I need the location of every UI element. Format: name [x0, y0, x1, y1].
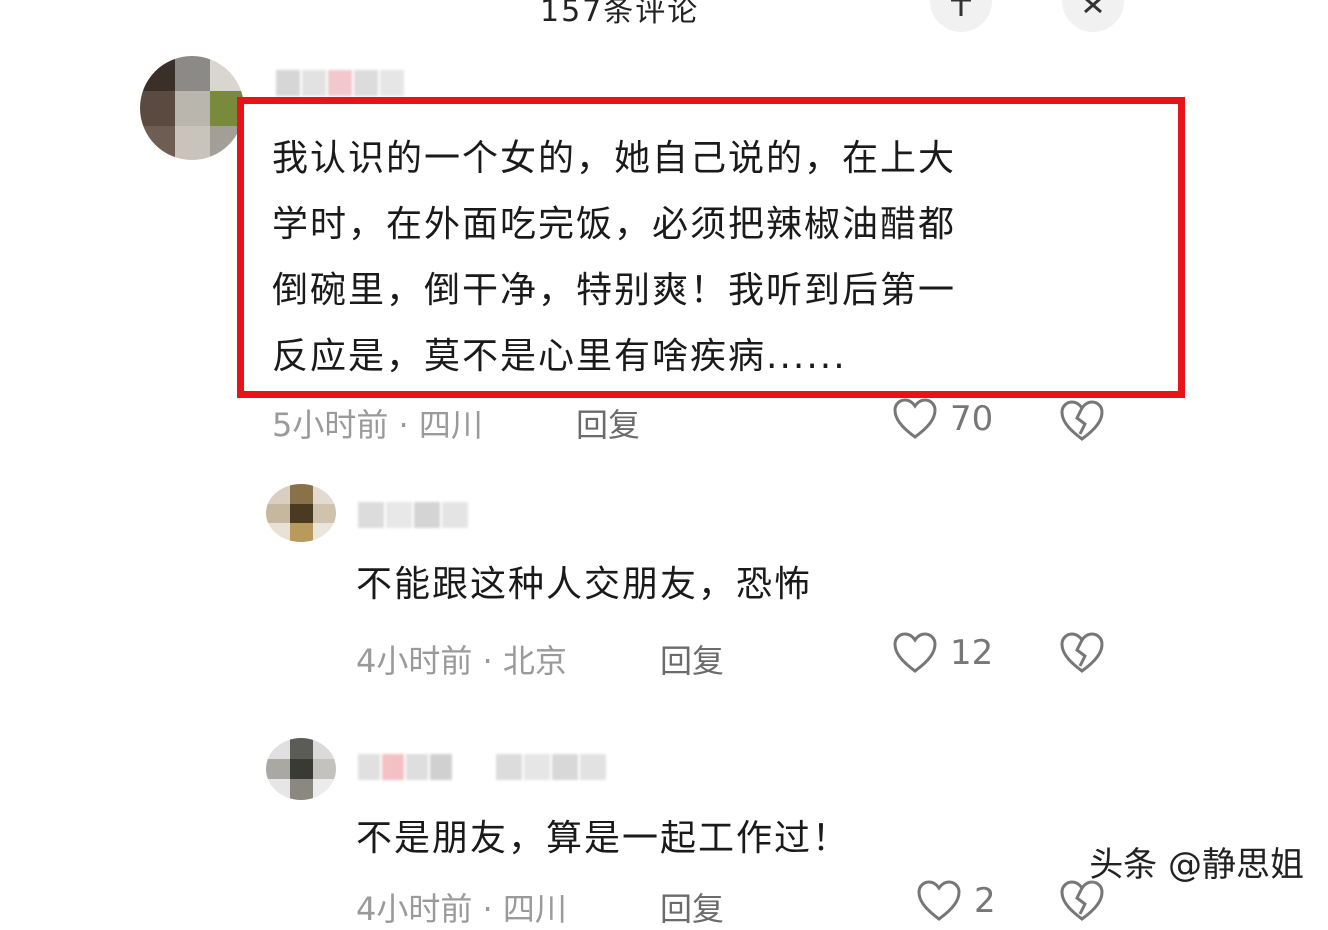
meta-separator: ·: [398, 406, 419, 444]
comment-location: 四川: [418, 406, 483, 444]
meta-separator: ·: [482, 890, 503, 928]
comment-meta: 4小时前 · 北京: [356, 636, 567, 682]
like-button[interactable]: 70: [892, 398, 993, 440]
username-blurred[interactable]: [276, 70, 404, 96]
username-blurred[interactable]: [358, 754, 606, 780]
avatar[interactable]: [266, 484, 336, 542]
heart-icon: [893, 398, 937, 439]
watermark: 头条 @静思姐: [1089, 845, 1304, 885]
reply-button[interactable]: 回复: [576, 400, 640, 446]
dislike-button[interactable]: [1058, 880, 1106, 926]
close-button[interactable]: [1062, 0, 1124, 32]
dislike-button[interactable]: [1058, 632, 1106, 678]
like-count: 70: [950, 399, 994, 439]
collapse-icon: [951, 0, 971, 16]
comment-time: 4小时前: [356, 890, 473, 928]
heart-icon: [917, 880, 961, 921]
reply-button[interactable]: 回复: [660, 636, 724, 682]
comments-header-title: 157条评论: [540, 0, 700, 29]
comment-meta: 5小时前 · 四川: [272, 400, 483, 446]
comment-text: 不能跟这种人交朋友，恐怖: [356, 564, 813, 605]
meta-separator: ·: [482, 642, 503, 680]
reply-button[interactable]: 回复: [660, 884, 724, 930]
like-count: 12: [950, 633, 994, 673]
like-button[interactable]: 12: [892, 632, 993, 674]
broken-heart-icon: [1060, 632, 1104, 673]
like-count: 2: [974, 881, 996, 921]
comment-meta: 4小时前 · 四川: [356, 884, 567, 930]
username-blurred[interactable]: [358, 502, 468, 528]
collapse-button[interactable]: [930, 0, 992, 32]
heart-icon: [893, 632, 937, 673]
avatar[interactable]: [140, 56, 244, 160]
highlight-frame: [237, 97, 1185, 398]
comment-time: 4小时前: [356, 642, 473, 680]
comment-location: 北京: [502, 642, 567, 680]
comment-location: 四川: [502, 890, 567, 928]
like-button[interactable]: 2: [916, 880, 996, 922]
broken-heart-icon: [1060, 880, 1104, 921]
avatar[interactable]: [266, 738, 336, 800]
broken-heart-icon: [1060, 400, 1104, 441]
dislike-button[interactable]: [1058, 400, 1106, 446]
comment-text: 不是朋友，算是一起工作过！: [356, 818, 851, 859]
comment-time: 5小时前: [272, 406, 389, 444]
close-icon: [1084, 0, 1102, 14]
